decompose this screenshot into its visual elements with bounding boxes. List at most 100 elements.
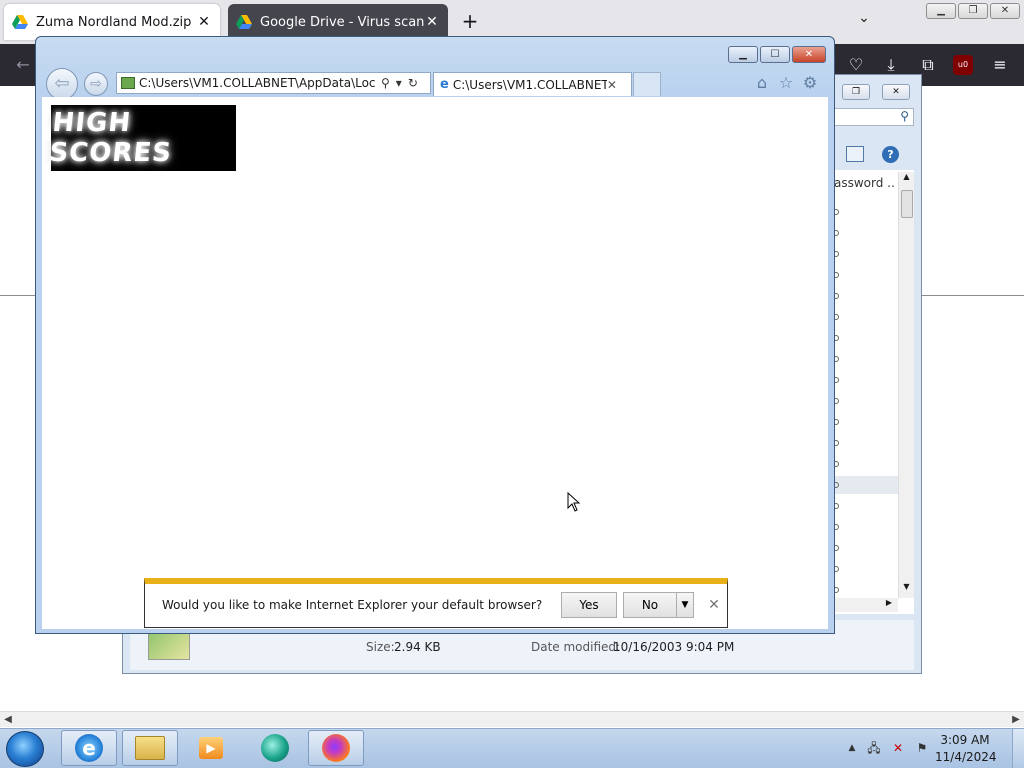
- clock-date[interactable]: 11/4/2024: [935, 750, 997, 764]
- minimize-icon: ▁: [937, 5, 945, 16]
- yes-button[interactable]: Yes: [561, 592, 617, 618]
- minimize-button[interactable]: ▁: [926, 3, 956, 19]
- scroll-thumb[interactable]: [901, 190, 913, 218]
- back-arrow-icon[interactable]: ←: [12, 54, 34, 76]
- tab-virus-scan-warning[interactable]: Google Drive - Virus scan warni ✕: [228, 4, 448, 40]
- size-value: 2.94 KB: [394, 640, 441, 654]
- search-icon[interactable]: ⚲: [381, 76, 390, 90]
- show-desktop-button[interactable]: [1012, 729, 1024, 768]
- search-icon: ⚲: [900, 109, 909, 123]
- ie-tab[interactable]: e C:\Users\VM1.COLLABNET... ✕: [433, 72, 632, 96]
- app-icon: [261, 734, 289, 762]
- scroll-right-icon[interactable]: ▶: [1008, 712, 1024, 728]
- dropdown-arrow-icon: ▼: [681, 600, 689, 610]
- ie-tab-title: C:\Users\VM1.COLLABNET...: [452, 77, 607, 92]
- folder-icon: [135, 736, 165, 760]
- close-window-button[interactable]: ✕: [990, 3, 1020, 19]
- size-label: Size:: [366, 640, 395, 654]
- favorites-star-icon[interactable]: ☆: [776, 73, 796, 93]
- back-arrow-icon: ⇦: [54, 73, 70, 94]
- menu-icon[interactable]: ≡: [989, 54, 1011, 76]
- ie-minimize-button[interactable]: ▁: [728, 46, 758, 63]
- firefox-icon: [322, 734, 350, 762]
- start-button[interactable]: [6, 731, 44, 767]
- mouse-cursor-icon: [567, 492, 581, 512]
- close-icon[interactable]: ✕: [607, 78, 617, 92]
- minimize-icon: ▁: [739, 49, 747, 60]
- forward-button[interactable]: ⇨: [84, 72, 108, 96]
- internet-explorer-window: ▁ ☐ ✕ ⇦ ⇨ C:\Users\VM1.COLLABNET\AppData…: [35, 36, 835, 634]
- refresh-icon[interactable]: ↻: [408, 76, 418, 90]
- restore-button[interactable]: ❐: [958, 3, 988, 19]
- taskbar-firefox[interactable]: [308, 730, 364, 766]
- internet-explorer-icon: e: [75, 734, 103, 762]
- scroll-down-icon[interactable]: ▼: [899, 582, 914, 596]
- no-options-dropdown[interactable]: ▼: [676, 592, 694, 618]
- preview-pane-icon[interactable]: [846, 146, 864, 162]
- plus-icon: +: [461, 9, 479, 33]
- address-text[interactable]: C:\Users\VM1.COLLABNET\AppData\Local\1: [139, 76, 375, 90]
- close-icon: ✕: [804, 49, 814, 60]
- restore-icon: ❐: [851, 87, 861, 97]
- extensions-icon[interactable]: ⧉: [917, 54, 939, 76]
- maximize-icon: ☐: [770, 49, 780, 60]
- google-drive-icon: [236, 15, 252, 29]
- close-icon[interactable]: ✕: [424, 14, 440, 30]
- home-icon[interactable]: ⌂: [752, 73, 772, 93]
- default-browser-notification: Would you like to make Internet Explorer…: [144, 578, 728, 628]
- downloads-icon[interactable]: ⤓: [880, 54, 902, 76]
- date-modified-value: 10/16/2003 9:04 PM: [613, 640, 735, 654]
- close-icon[interactable]: ✕: [196, 14, 212, 30]
- close-icon[interactable]: ✕: [707, 598, 721, 612]
- scroll-left-icon[interactable]: ◀: [0, 712, 16, 728]
- horizontal-scrollbar[interactable]: ◀ ▶: [0, 711, 1024, 727]
- show-hidden-icons[interactable]: ▲: [844, 740, 860, 756]
- taskbar-internet-explorer[interactable]: e: [61, 730, 117, 766]
- vertical-scrollbar[interactable]: ▲ ▼: [898, 172, 914, 598]
- list-all-tabs-button[interactable]: ⌄: [852, 10, 876, 34]
- explorer-search-input[interactable]: ⚲: [832, 108, 914, 126]
- dropdown-icon[interactable]: ▾: [396, 76, 402, 90]
- back-button[interactable]: ⇦: [46, 68, 78, 100]
- tab-title: Zuma Nordland Mod.zip - Goo: [36, 14, 196, 30]
- forward-arrow-icon: ⇨: [90, 76, 102, 92]
- ublock-icon[interactable]: u0: [953, 55, 973, 75]
- settings-gear-icon[interactable]: ⚙: [800, 73, 820, 93]
- taskbar-media-player[interactable]: ▶: [183, 730, 239, 766]
- help-icon[interactable]: ?: [882, 146, 899, 163]
- explorer-hscroll[interactable]: ▶: [832, 598, 898, 612]
- ublock-badge: u0: [957, 60, 969, 69]
- date-modified-label: Date modified:: [531, 640, 621, 654]
- taskbar-file-explorer[interactable]: [122, 730, 178, 766]
- tab-zuma-download[interactable]: Zuma Nordland Mod.zip - Goo ✕: [4, 4, 220, 40]
- scroll-right-icon[interactable]: ▶: [886, 598, 892, 607]
- ie-maximize-button[interactable]: ☐: [760, 46, 790, 63]
- volume-muted-icon[interactable]: ✕: [890, 740, 906, 756]
- explorer-close-button[interactable]: ✕: [882, 84, 910, 100]
- restore-icon: ❐: [968, 5, 978, 16]
- close-icon: ✕: [892, 87, 900, 97]
- taskbar-app[interactable]: [247, 730, 303, 766]
- ie-close-button[interactable]: ✕: [792, 46, 826, 63]
- selected-row[interactable]: [832, 476, 898, 494]
- explorer-restore-button[interactable]: ❐: [842, 84, 870, 100]
- high-scores-logo: HIGH SCORES: [48, 105, 236, 171]
- address-bar[interactable]: C:\Users\VM1.COLLABNET\AppData\Local\1 ⚲…: [116, 72, 431, 94]
- chevron-down-icon: ⌄: [858, 10, 870, 26]
- new-tab-button[interactable]: +: [458, 8, 482, 36]
- ie-new-tab-button[interactable]: [633, 72, 661, 96]
- column-header-password[interactable]: assword ...: [834, 176, 894, 190]
- page-icon: [121, 77, 135, 89]
- action-center-flag-icon[interactable]: ⚑: [914, 740, 930, 756]
- google-drive-icon: [12, 15, 28, 29]
- media-player-icon: ▶: [199, 737, 223, 759]
- tab-title: Google Drive - Virus scan warni: [260, 14, 424, 30]
- close-icon: ✕: [1000, 5, 1010, 16]
- ie-page-content: [42, 97, 828, 629]
- pocket-icon[interactable]: ♡: [845, 54, 867, 76]
- notification-message: Would you like to make Internet Explorer…: [162, 598, 543, 612]
- network-icon[interactable]: 🖧: [866, 740, 882, 756]
- clock-time[interactable]: 3:09 AM: [935, 733, 995, 747]
- scroll-up-icon[interactable]: ▲: [899, 172, 914, 186]
- no-button[interactable]: No: [623, 592, 677, 618]
